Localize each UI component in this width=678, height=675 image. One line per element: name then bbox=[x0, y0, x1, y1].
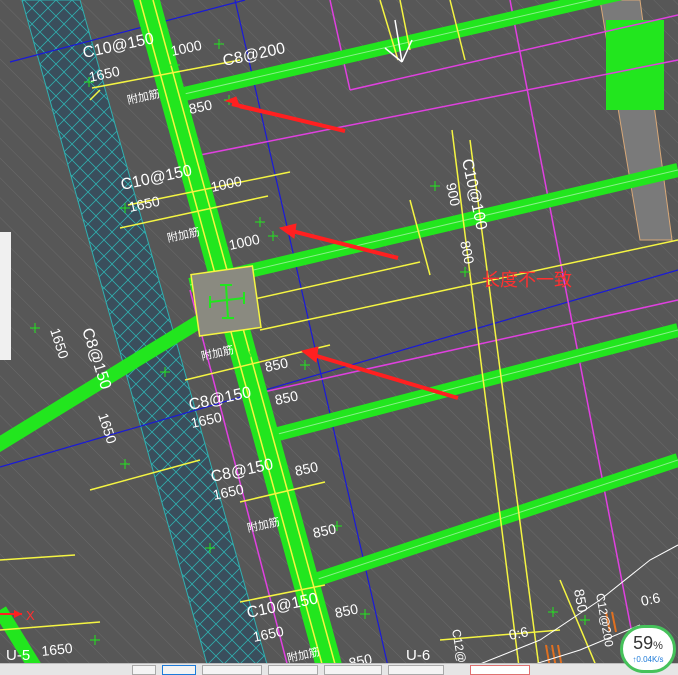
axis-marker: X bbox=[26, 608, 35, 623]
network-speed: ↑0.04K/s bbox=[632, 655, 664, 664]
network-speed-widget[interactable]: 59% ↑0.04K/s bbox=[620, 625, 676, 673]
status-button-active[interactable] bbox=[162, 665, 196, 675]
status-button[interactable] bbox=[132, 665, 156, 675]
status-button[interactable] bbox=[388, 665, 444, 675]
status-button[interactable] bbox=[324, 665, 382, 675]
status-bar bbox=[0, 663, 678, 675]
annotation-note: 长度不一致 bbox=[482, 270, 572, 290]
status-button[interactable] bbox=[202, 665, 262, 675]
status-button[interactable] bbox=[268, 665, 318, 675]
network-percent-sign: % bbox=[653, 640, 663, 652]
network-percent: 59 bbox=[633, 633, 654, 653]
axis-label: U-6 bbox=[406, 647, 430, 664]
dimension-label: 1650 bbox=[41, 640, 74, 659]
cad-drawing: C10@150 C8@200 C10@150 C10@100 C8@150 C8… bbox=[0, 0, 678, 675]
axis-label: U-5 bbox=[6, 647, 30, 664]
cad-canvas[interactable]: { "drawing": { "steel_labels": ["C10@150… bbox=[0, 0, 678, 675]
status-button[interactable] bbox=[470, 665, 530, 675]
side-panel[interactable] bbox=[0, 232, 11, 360]
